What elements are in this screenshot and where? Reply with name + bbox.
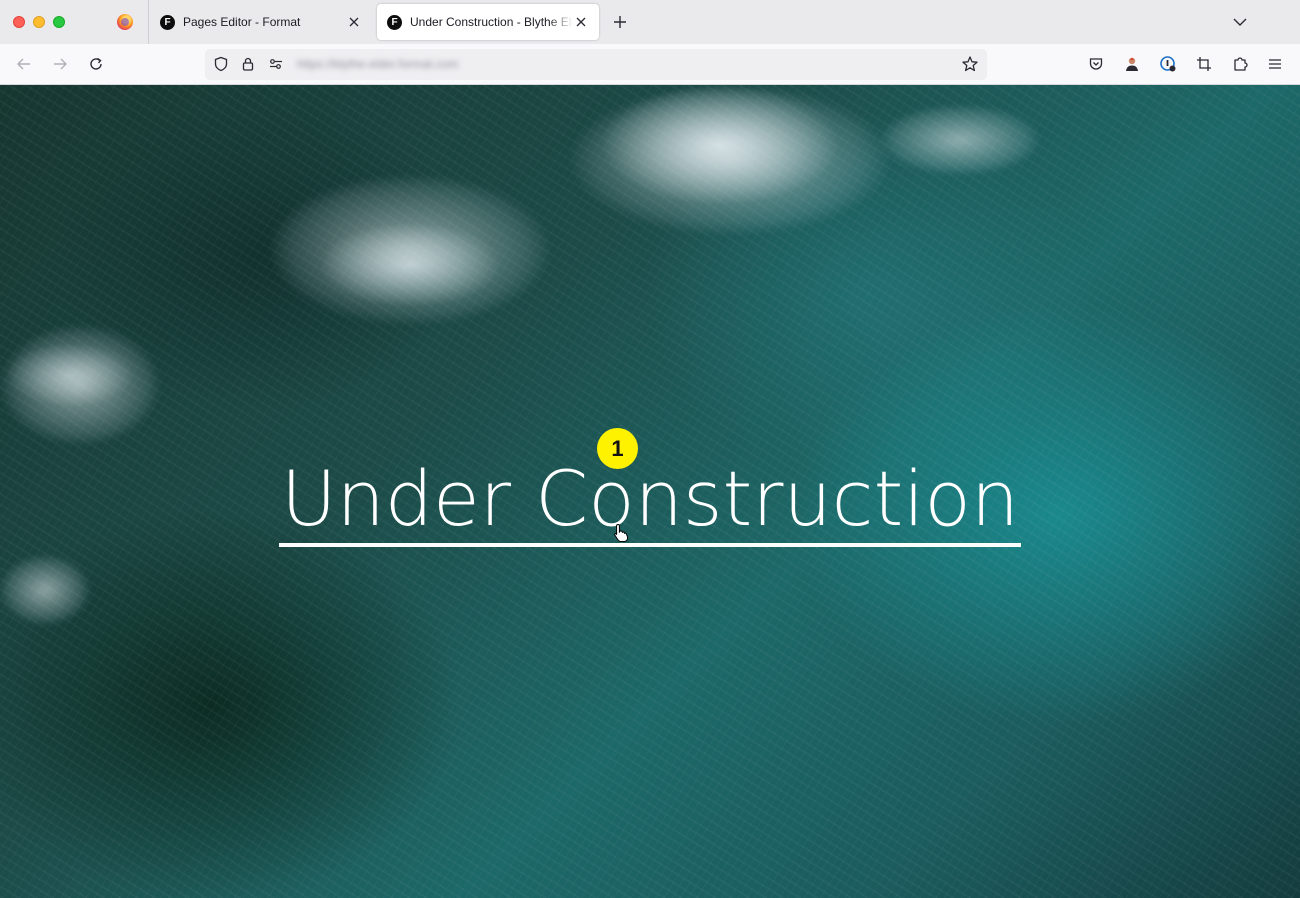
firefox-view-icon[interactable]: [117, 14, 133, 30]
bookmark-star-icon[interactable]: [961, 55, 979, 73]
reload-icon[interactable]: [87, 55, 105, 73]
lock-icon[interactable]: [239, 55, 257, 73]
hamburger-menu-icon[interactable]: [1266, 55, 1284, 73]
url-text[interactable]: https://blythe-elder.format.com: [297, 57, 458, 71]
account-avatar-icon[interactable]: [1123, 55, 1141, 73]
browser-window: F Pages Editor - Format F Under Construc…: [0, 0, 1300, 898]
url-bar[interactable]: https://blythe-elder.format.com: [205, 49, 987, 80]
tab-pages-editor[interactable]: F Pages Editor - Format: [150, 4, 372, 40]
extensions-puzzle-icon[interactable]: [1231, 55, 1249, 73]
window-zoom-button[interactable]: [53, 16, 65, 28]
chevron-down-icon[interactable]: [1231, 14, 1249, 30]
format-favicon-icon: F: [387, 14, 402, 30]
shield-icon[interactable]: [212, 55, 230, 73]
under-construction-link[interactable]: Under Construction: [278, 455, 1022, 547]
close-tab-icon[interactable]: [573, 14, 589, 30]
tab-separator: [148, 0, 149, 44]
headline-container: Under Construction: [0, 455, 1300, 547]
back-arrow-icon[interactable]: [15, 55, 33, 73]
password-manager-extension-icon[interactable]: [1159, 55, 1177, 73]
permissions-sliders-icon[interactable]: [267, 55, 285, 73]
pocket-icon[interactable]: [1087, 55, 1105, 73]
format-favicon-icon: F: [160, 14, 175, 30]
window-close-button[interactable]: [13, 16, 25, 28]
step-number-badge: 1: [597, 428, 638, 469]
hero-background-ocean-image: Under Construction 1: [0, 85, 1300, 898]
hand-pointer-cursor-icon: [613, 523, 629, 543]
forward-arrow-icon[interactable]: [51, 55, 69, 73]
tab-title: Pages Editor - Format: [183, 15, 301, 29]
window-minimize-button[interactable]: [33, 16, 45, 28]
navigation-toolbar: https://blythe-elder.format.com: [0, 44, 1300, 85]
new-tab-plus-icon[interactable]: [611, 13, 629, 31]
tab-strip: F Pages Editor - Format F Under Construc…: [0, 0, 1300, 44]
tab-under-construction[interactable]: F Under Construction - Blythe Elder: [377, 4, 599, 40]
close-tab-icon[interactable]: [346, 14, 362, 30]
tab-title: Under Construction - Blythe Elder: [410, 15, 573, 29]
screenshot-crop-icon[interactable]: [1195, 55, 1213, 73]
